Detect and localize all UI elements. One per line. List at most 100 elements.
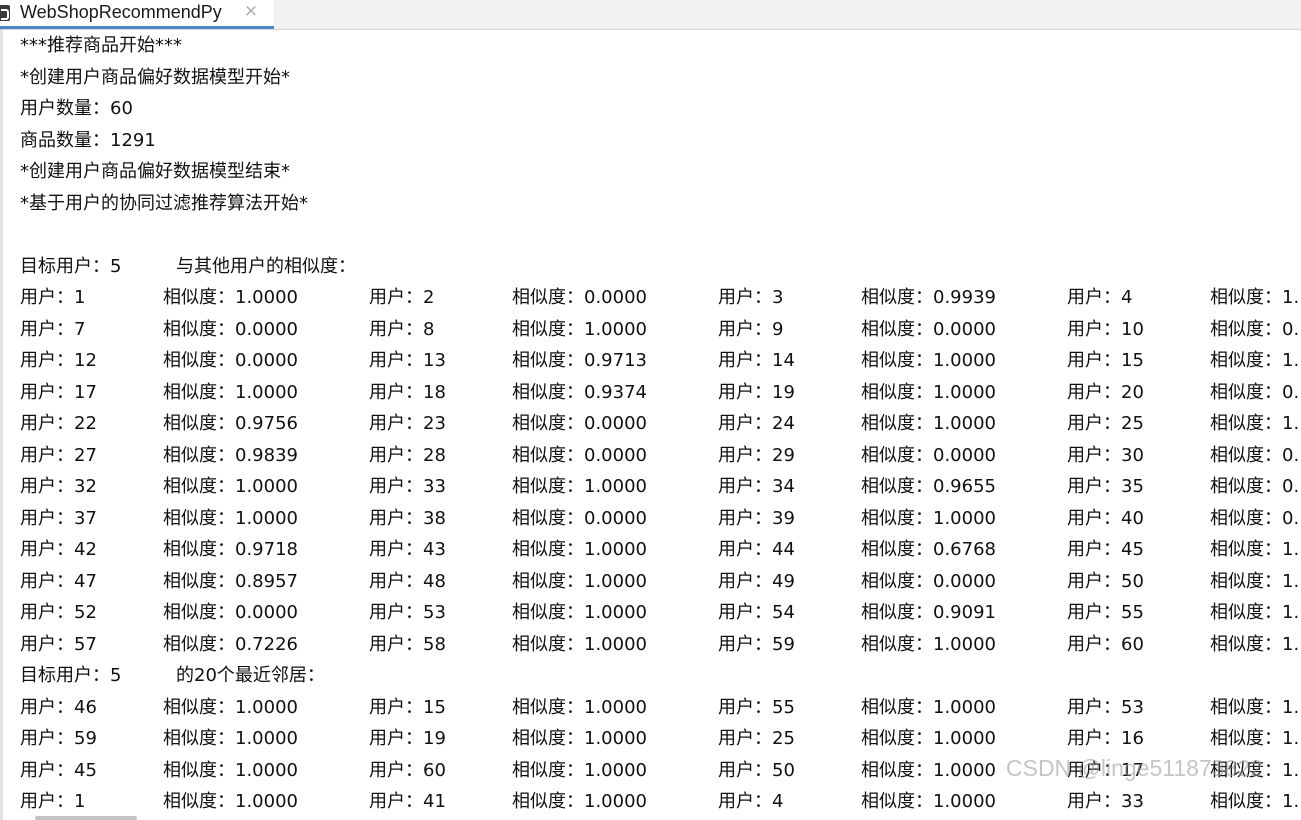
neighbor-similarity-cell: 相似度：1.0000 <box>861 728 996 749</box>
similarity-value-cell: 相似度：1. <box>1210 539 1300 560</box>
console-line: *基于用户的协同过滤推荐算法开始* <box>20 192 308 214</box>
similarity-value-cell: 相似度：0. <box>1210 318 1300 340</box>
similarity-value-cell: 相似度：0.0000 <box>163 602 298 623</box>
user-id-cell: 用户：47 <box>20 570 97 592</box>
user-id-cell: 用户：9 <box>718 318 784 340</box>
user-id-cell: 用户：29 <box>718 444 795 466</box>
neighbor-similarity-cell: 相似度：1.0000 <box>861 696 996 718</box>
tab-webshoprecommendpy[interactable]: WebShopRecommendPy × <box>0 0 274 29</box>
similarity-value-cell: 相似度：1.0000 <box>861 413 996 434</box>
user-id-cell: 用户：2 <box>369 287 435 308</box>
similarity-value-cell: 相似度：0.9655 <box>861 476 996 497</box>
neighbor-user-cell: 用户：33 <box>1067 791 1144 812</box>
console-gutter <box>0 30 3 820</box>
console-line: *创建用户商品偏好数据模型开始* <box>20 66 290 88</box>
user-id-cell: 用户：19 <box>718 381 795 403</box>
target-user-label: 目标用户：5 <box>20 665 122 686</box>
user-id-cell: 用户：10 <box>1067 318 1144 340</box>
user-id-cell: 用户：39 <box>718 507 795 529</box>
user-id-cell: 用户：17 <box>20 381 97 403</box>
neighbors-header-text: 的20个最近邻居： <box>176 665 325 686</box>
similarity-value-cell: 相似度：1.0000 <box>163 381 298 403</box>
user-id-cell: 用户：50 <box>1067 570 1144 592</box>
user-id-cell: 用户：12 <box>20 350 97 371</box>
similarity-value-cell: 相似度：0.6768 <box>861 539 996 560</box>
user-id-cell: 用户：35 <box>1067 476 1144 497</box>
user-id-cell: 用户：34 <box>718 476 795 497</box>
similarity-value-cell: 相似度：0.0000 <box>512 287 647 308</box>
user-id-cell: 用户：60 <box>1067 633 1144 655</box>
user-id-cell: 用户：27 <box>20 444 97 466</box>
user-id-cell: 用户：7 <box>20 318 86 340</box>
neighbor-similarity-cell: 相似度：1.0000 <box>861 759 996 781</box>
neighbor-similarity-cell: 相似度：1. <box>1210 791 1300 812</box>
similarity-value-cell: 相似度：1.0000 <box>512 602 647 623</box>
neighbor-similarity-cell: 相似度：1.0000 <box>163 791 298 812</box>
neighbor-user-cell: 用户：17 <box>1067 759 1144 781</box>
user-id-cell: 用户：23 <box>369 413 446 434</box>
user-id-cell: 用户：45 <box>1067 539 1144 560</box>
neighbor-user-cell: 用户：60 <box>369 759 446 781</box>
neighbor-similarity-cell: 相似度：1. <box>1210 696 1300 718</box>
neighbor-similarity-cell: 相似度：1.0000 <box>861 791 996 812</box>
run-console-output[interactable]: ***推荐商品开始*** *创建用户商品偏好数据模型开始* 用户数量：60 商品数量：… <box>0 30 1301 820</box>
similarity-value-cell: 相似度：0. <box>1210 444 1300 466</box>
user-id-cell: 用户：15 <box>1067 350 1144 371</box>
similarity-value-cell: 相似度：1.0000 <box>512 318 647 340</box>
neighbor-user-cell: 用户：45 <box>20 759 97 781</box>
user-id-cell: 用户：57 <box>20 633 97 655</box>
similarity-value-cell: 相似度：0.0000 <box>512 507 647 529</box>
neighbor-similarity-cell: 相似度：1. <box>1210 759 1300 781</box>
similarity-value-cell: 相似度：0.0000 <box>163 318 298 340</box>
console-line: 商品数量：1291 <box>20 129 156 151</box>
neighbor-similarity-cell: 相似度：1.0000 <box>512 696 647 718</box>
user-id-cell: 用户：37 <box>20 507 97 529</box>
ide-window: WebShopRecommendPy × ***推荐商品开始*** *创建用户商品… <box>0 0 1301 820</box>
neighbor-similarity-cell: 相似度：1.0000 <box>163 759 298 781</box>
neighbor-user-cell: 用户：1 <box>20 791 86 812</box>
console-line: 用户数量：60 <box>20 98 133 119</box>
user-id-cell: 用户：59 <box>718 633 795 655</box>
user-id-cell: 用户：18 <box>369 381 446 403</box>
user-id-cell: 用户：38 <box>369 507 446 529</box>
close-icon[interactable]: × <box>242 1 260 21</box>
user-id-cell: 用户：8 <box>369 318 435 340</box>
neighbor-similarity-cell: 相似度：1.0000 <box>512 791 647 812</box>
neighbor-similarity-cell: 相似度：1.0000 <box>512 759 647 781</box>
neighbor-similarity-cell: 相似度：1.0000 <box>163 696 298 718</box>
neighbor-user-cell: 用户：15 <box>369 696 446 718</box>
python-file-icon <box>0 5 10 21</box>
user-id-cell: 用户：1 <box>20 287 86 308</box>
neighbor-similarity-cell: 相似度：1.0000 <box>163 728 298 749</box>
similarity-value-cell: 相似度：1. <box>1210 633 1300 655</box>
editor-tab-bar: WebShopRecommendPy × <box>0 0 1301 30</box>
neighbor-user-cell: 用户：46 <box>20 696 97 718</box>
neighbor-user-cell: 用户：16 <box>1067 728 1144 749</box>
user-id-cell: 用户：42 <box>20 539 97 560</box>
user-id-cell: 用户：13 <box>369 350 446 371</box>
similarity-header-text: 与其他用户的相似度： <box>176 255 356 277</box>
similarity-value-cell: 相似度：1.0000 <box>861 350 996 371</box>
similarity-value-cell: 相似度：1.0000 <box>861 381 996 403</box>
similarity-value-cell: 相似度：0.9718 <box>163 539 298 560</box>
similarity-value-cell: 相似度：0.0000 <box>512 444 647 466</box>
user-id-cell: 用户：48 <box>369 570 446 592</box>
neighbor-user-cell: 用户：50 <box>718 759 795 781</box>
user-id-cell: 用户：53 <box>369 602 446 623</box>
similarity-value-cell: 相似度：0.8957 <box>163 570 298 592</box>
similarity-value-cell: 相似度：0.9374 <box>512 381 647 403</box>
user-id-cell: 用户：20 <box>1067 381 1144 403</box>
similarity-value-cell: 相似度：1. <box>1210 570 1300 592</box>
user-id-cell: 用户：49 <box>718 570 795 592</box>
similarity-value-cell: 相似度：1. <box>1210 287 1300 308</box>
neighbor-similarity-cell: 相似度：1.0000 <box>512 728 647 749</box>
similarity-value-cell: 相似度：0.9756 <box>163 413 298 434</box>
similarity-value-cell: 相似度：0.0000 <box>512 413 647 434</box>
neighbor-user-cell: 用户：55 <box>718 696 795 718</box>
horizontal-scrollbar-thumb[interactable] <box>35 816 137 820</box>
user-id-cell: 用户：30 <box>1067 444 1144 466</box>
similarity-value-cell: 相似度：0.0000 <box>861 444 996 466</box>
user-id-cell: 用户：43 <box>369 539 446 560</box>
similarity-value-cell: 相似度：1.0000 <box>512 570 647 592</box>
neighbor-user-cell: 用户：53 <box>1067 696 1144 718</box>
